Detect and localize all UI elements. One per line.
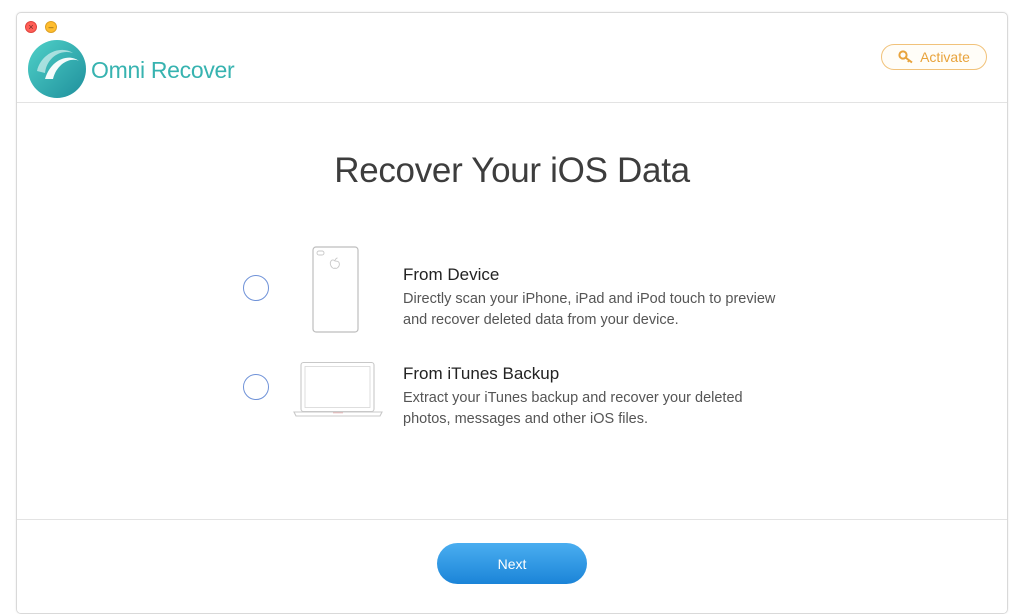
laptop-icon xyxy=(293,361,383,417)
iphone-icon xyxy=(312,246,359,333)
from-device-title: From Device xyxy=(403,265,500,284)
option-from-itunes-backup[interactable]: From iTunes Backup Extract your iTunes b… xyxy=(243,342,803,432)
app-window: × – Omni Recover Activate Recover Your i… xyxy=(16,12,1008,614)
activate-button[interactable]: Activate xyxy=(881,44,987,70)
activate-label: Activate xyxy=(920,49,970,65)
app-header: Omni Recover Activate xyxy=(17,13,1007,103)
next-button[interactable]: Next xyxy=(437,543,587,584)
app-name: Omni Recover xyxy=(91,57,235,83)
option-from-device[interactable]: From Device Directly scan your iPhone, i… xyxy=(243,243,803,333)
from-device-description: Directly scan your iPhone, iPad and iPod… xyxy=(403,291,776,328)
app-logo-icon xyxy=(28,40,86,98)
page-title: Recover Your iOS Data xyxy=(334,151,690,190)
footer-bar: Next xyxy=(17,519,1007,613)
key-icon xyxy=(898,50,913,64)
from-itunes-radio[interactable] xyxy=(243,374,269,400)
from-itunes-title: From iTunes Backup xyxy=(403,364,560,383)
from-device-radio[interactable] xyxy=(243,275,269,301)
from-itunes-description: Extract your iTunes backup and recover y… xyxy=(403,390,743,427)
